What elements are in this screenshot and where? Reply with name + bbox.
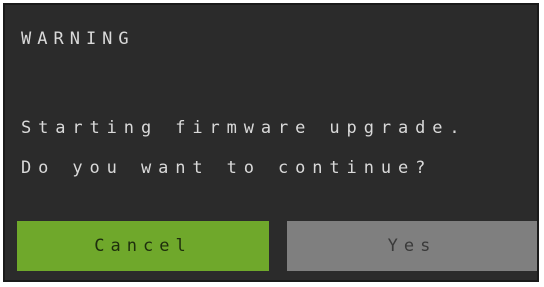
warning-dialog: WARNING Starting firmware upgrade. Do yo…: [3, 3, 539, 282]
dialog-title: WARNING: [21, 29, 135, 49]
message-line: Starting firmware upgrade.: [21, 118, 467, 138]
cancel-button[interactable]: Cancel: [17, 221, 269, 271]
yes-button[interactable]: Yes: [287, 221, 537, 271]
message-line: Do you want to continue?: [21, 158, 433, 178]
dialog-message: Starting firmware upgrade. Do you want t…: [21, 108, 467, 188]
